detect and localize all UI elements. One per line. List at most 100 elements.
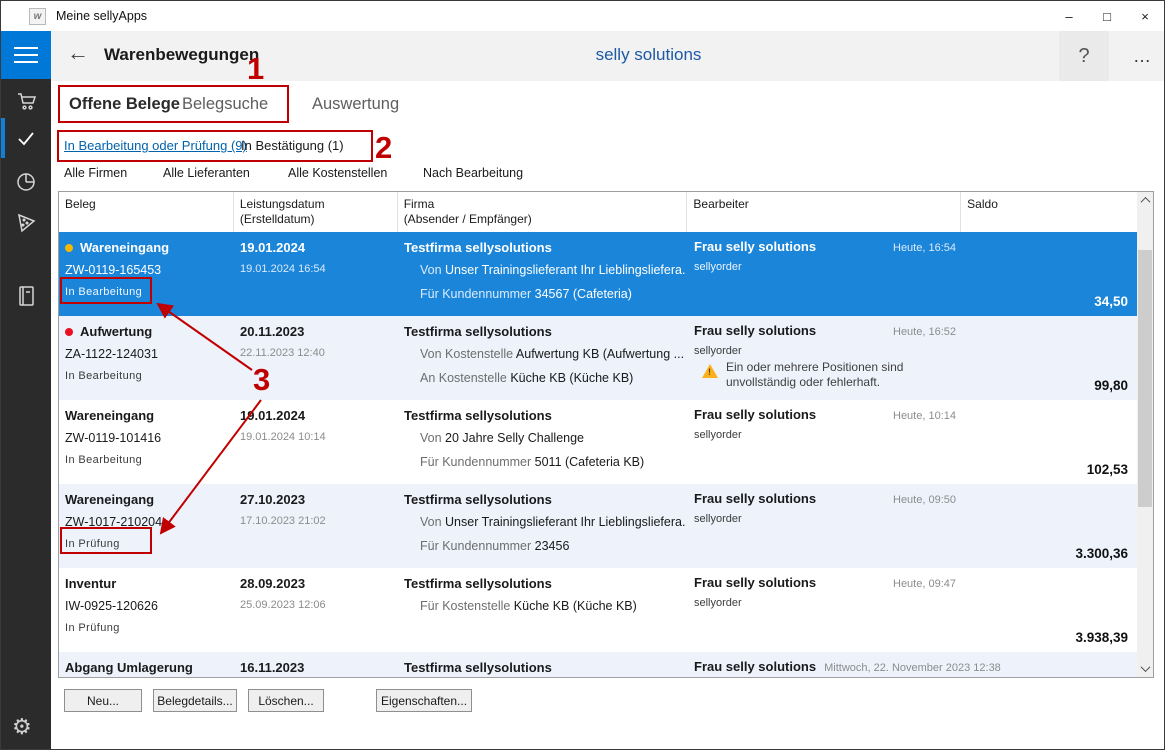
scroll-down-arrow[interactable]	[1137, 660, 1153, 677]
beleg-type: Abgang Umlagerung	[65, 660, 230, 675]
table-row[interactable]: Aufwertung ZA-1122-124031 In Bearbeitung 20…	[59, 316, 1137, 400]
bearbeiter-cell: Frau selly solutionsMittwoch, 22. Novemb…	[688, 652, 962, 677]
belegdetails-button[interactable]: Belegdetails...	[153, 689, 237, 712]
beleg-status: In Prüfung	[65, 538, 120, 550]
documents-table: BelegLeistungsdatum(Erstelldatum)Firma(A…	[58, 191, 1154, 678]
filter-alle-firmen[interactable]: Alle Firmen	[64, 166, 127, 180]
filter-link-in-bearbeitung-oder-pruefung[interactable]: In Bearbeitung oder Prüfung (9)	[64, 138, 247, 153]
beleg-status: In Prüfung	[65, 622, 120, 634]
leistungsdatum: 28.09.2023	[240, 576, 394, 591]
tab-belegsuche[interactable]: Belegsuche	[182, 95, 268, 114]
saldo-value: 3.300,36	[1075, 546, 1128, 561]
firma-name: Testfirma sellysolutions	[404, 576, 684, 591]
table-row[interactable]: InventurIW-0925-120626In Prüfung28.09.20…	[59, 568, 1137, 652]
table-body: BelegLeistungsdatum(Erstelldatum)Firma(A…	[59, 192, 1137, 677]
column-header-3[interactable]: Firma(Absender / Empfänger)	[398, 192, 688, 232]
filter-alle-kostenstellen[interactable]: Alle Kostenstellen	[288, 166, 387, 180]
firma-detail-line: Für Kundennummer 5011 (Cafeteria KB)	[420, 455, 686, 469]
column-header-1[interactable]: Beleg	[59, 192, 234, 232]
settings-gear-icon[interactable]: ⚙	[12, 713, 32, 741]
firma-detail-line: Für Kundennummer 34567 (Cafeteria)	[420, 287, 686, 301]
brand-text: selly solutions	[541, 45, 756, 65]
pie-chart-icon[interactable]	[14, 169, 38, 193]
bearbeiter-cell: Frau selly solutionsHeute, 10:14sellyord…	[688, 400, 962, 484]
firma-cell: Testfirma sellysolutionsVon Kostenstelle…	[398, 316, 688, 400]
beleg-type-label: Inventur	[65, 576, 116, 591]
column-header-5[interactable]: Saldo	[961, 192, 1137, 232]
warning-text-line: Ein oder mehrere Positionen sind	[726, 360, 903, 375]
loeschen-button[interactable]: Löschen...	[248, 689, 324, 712]
bearbeiter-name: Frau selly solutions	[694, 659, 816, 674]
leistungsdatum: 20.11.2023	[240, 324, 394, 339]
table-header-row: BelegLeistungsdatum(Erstelldatum)Firma(A…	[59, 192, 1137, 232]
beleg-number: ZW-1017-210204	[65, 515, 162, 529]
firma-name: Testfirma sellysolutions	[404, 408, 684, 423]
bearbeiter-sub: sellyorder	[694, 597, 742, 609]
beleg-number: ZW-0119-165453	[65, 263, 161, 277]
tab-offene-belege[interactable]: Offene Belege	[69, 95, 180, 114]
beleg-type-label: Aufwertung	[80, 324, 152, 339]
cart-icon[interactable]	[14, 89, 38, 113]
check-icon[interactable]	[14, 126, 38, 150]
saldo-cell	[962, 652, 1137, 677]
column-header-2[interactable]: Leistungsdatum(Erstelldatum)	[234, 192, 398, 232]
column-header-line2: (Erstelldatum)	[240, 212, 397, 227]
table-row[interactable]: Abgang Umlagerung16.11.2023Testfirma sel…	[59, 652, 1137, 677]
detail-label: Von Kostenstelle	[420, 347, 516, 361]
close-button[interactable]: ×	[1126, 1, 1164, 31]
bearbeiter-sub: sellyorder	[694, 345, 742, 357]
beleg-status: In Bearbeitung	[65, 454, 142, 466]
detail-value: Aufwertung KB (Aufwertung ...	[516, 347, 684, 361]
filter-link-in-bestaetigung[interactable]: In Bestätigung (1)	[241, 138, 344, 153]
active-item-accent	[1, 118, 5, 158]
tab-auswertung[interactable]: Auswertung	[312, 95, 399, 114]
titlebar: w Meine sellyApps – □ ×	[1, 1, 1164, 31]
detail-label: Für Kundennummer	[420, 539, 535, 553]
minimize-button[interactable]: –	[1050, 1, 1088, 31]
book-icon[interactable]	[14, 284, 38, 308]
window-title: Meine sellyApps	[56, 9, 147, 23]
filter-nach-bearbeitung[interactable]: Nach Bearbeitung	[423, 166, 523, 180]
datum-cell: 19.01.202419.01.2024 16:54	[234, 232, 398, 316]
neu-button[interactable]: Neu...	[64, 689, 142, 712]
bearbeiter-line: Frau selly solutionsHeute, 09:47	[694, 575, 956, 590]
more-options-button[interactable]: …	[1123, 31, 1163, 81]
vertical-scrollbar[interactable]	[1137, 192, 1153, 677]
column-header-4[interactable]: Bearbeiter	[687, 192, 961, 232]
maximize-button[interactable]: □	[1088, 1, 1126, 31]
table-row[interactable]: WareneingangZW-0119-165453In Bearbeitung…	[59, 232, 1137, 316]
eigenschaften-button[interactable]: Eigenschaften...	[376, 689, 472, 712]
bearbeiter-line: Frau selly solutionsMittwoch, 22. Novemb…	[694, 659, 956, 674]
firma-detail-line: Von 20 Jahre Selly Challenge	[420, 431, 686, 445]
table-row[interactable]: WareneingangZW-1017-210204In Prüfung27.1…	[59, 484, 1137, 568]
bearbeiter-line: Frau selly solutionsHeute, 10:14	[694, 407, 956, 422]
bearbeiter-time: Heute, 09:47	[893, 578, 956, 590]
bearbeiter-cell: Frau selly solutionsHeute, 16:52sellyord…	[688, 316, 962, 400]
scroll-up-arrow[interactable]	[1137, 192, 1153, 209]
hamburger-menu-button[interactable]	[1, 31, 51, 79]
help-button[interactable]: ?	[1059, 31, 1109, 81]
leistungsdatum-label: 19.01.2024	[240, 240, 305, 255]
detail-label: Von	[420, 515, 445, 529]
beleg-number: ZA-1122-124031	[65, 347, 158, 361]
beleg-cell: WareneingangZW-0119-165453In Bearbeitung	[59, 232, 234, 316]
status-dot-icon	[65, 244, 73, 252]
pizza-icon[interactable]	[14, 211, 38, 235]
column-header-line1: Saldo	[967, 197, 1137, 212]
back-arrow-icon[interactable]: ←	[63, 40, 93, 66]
detail-value: Unser Trainingslieferant Ihr Lieblingsli…	[445, 263, 686, 277]
firma-cell: Testfirma sellysolutions Von 20 Jahre Sel…	[398, 400, 688, 484]
firma-name-label: Testfirma sellysolutions	[404, 240, 552, 255]
beleg-status: In Bearbeitung	[65, 370, 142, 382]
firma-name: Testfirma sellysolutions	[404, 492, 684, 507]
beleg-cell: WareneingangZW-0119-101416In Bearbeitung	[59, 400, 234, 484]
filter-alle-lieferanten[interactable]: Alle Lieferanten	[163, 166, 250, 180]
scrollbar-thumb[interactable]	[1138, 250, 1152, 507]
saldo-cell: 102,53	[962, 400, 1137, 484]
saldo-value: 99,80	[1094, 378, 1128, 393]
beleg-type: Aufwertung	[65, 324, 230, 339]
app-icon[interactable]: w	[29, 8, 46, 25]
bearbeiter-line: Frau selly solutionsHeute, 09:50	[694, 491, 956, 506]
firma-name-label: Testfirma sellysolutions	[404, 576, 552, 591]
table-row[interactable]: WareneingangZW-0119-101416In Bearbeitung…	[59, 400, 1137, 484]
